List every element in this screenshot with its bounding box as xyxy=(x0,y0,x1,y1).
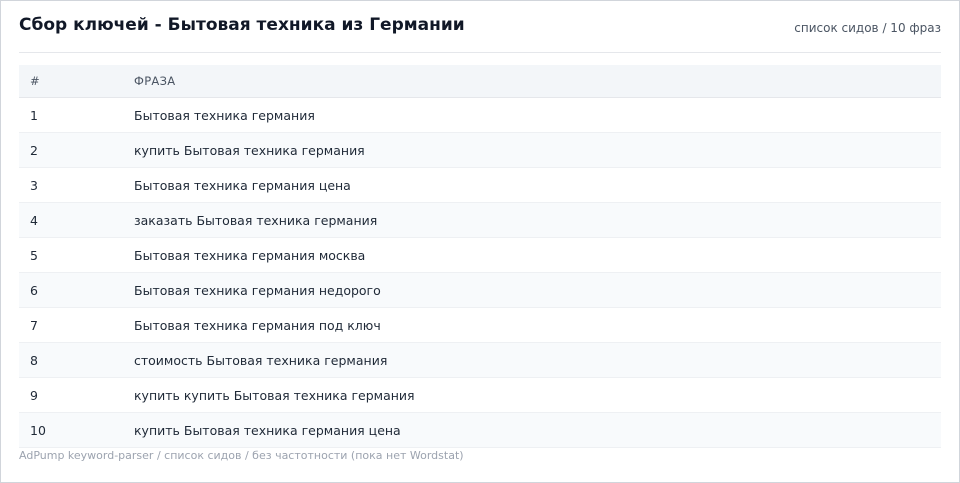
row-number: 2 xyxy=(30,142,38,158)
row-number: 3 xyxy=(30,177,38,193)
row-phrase: Бытовая техника германия под ключ xyxy=(134,317,381,333)
column-header-number: # xyxy=(30,74,40,88)
row-number: 6 xyxy=(30,282,38,298)
row-phrase: Бытовая техника германия xyxy=(134,107,315,123)
panel-header: Сбор ключей - Бытовая техника из Германи… xyxy=(19,1,941,53)
list-meta: список сидов / 10 фраз xyxy=(794,21,941,35)
row-number: 5 xyxy=(30,247,38,263)
row-phrase: купить купить Бытовая техника германия xyxy=(134,387,415,403)
report-panel: Сбор ключей - Бытовая техника из Германи… xyxy=(0,0,960,483)
row-phrase: купить Бытовая техника германия xyxy=(134,142,365,158)
table-row: 6 Бытовая техника германия недорого xyxy=(19,273,941,308)
table-row: 8 стоимость Бытовая техника германия xyxy=(19,343,941,378)
table-row: 7 Бытовая техника германия под ключ xyxy=(19,308,941,343)
row-number: 4 xyxy=(30,212,38,228)
footer-note: AdPump keyword-parser / список сидов / б… xyxy=(19,449,464,462)
table-row: 5 Бытовая техника германия москва xyxy=(19,238,941,273)
row-number: 7 xyxy=(30,317,38,333)
row-phrase: Бытовая техника германия москва xyxy=(134,247,366,263)
table-row: 2 купить Бытовая техника германия xyxy=(19,133,941,168)
table-row: 4 заказать Бытовая техника германия xyxy=(19,203,941,238)
row-phrase: стоимость Бытовая техника германия xyxy=(134,352,388,368)
row-number: 9 xyxy=(30,387,38,403)
table-row: 1 Бытовая техника германия xyxy=(19,98,941,133)
row-phrase: Бытовая техника германия недорого xyxy=(134,282,381,298)
table-row: 3 Бытовая техника германия цена xyxy=(19,168,941,203)
row-phrase: купить Бытовая техника германия цена xyxy=(134,422,401,438)
page-title: Сбор ключей - Бытовая техника из Германи… xyxy=(19,14,465,35)
table-header-row: # ФРАЗА xyxy=(19,65,941,98)
table-row: 10 купить Бытовая техника германия цена xyxy=(19,413,941,448)
column-header-phrase: ФРАЗА xyxy=(134,74,176,88)
keywords-table: # ФРАЗА 1 Бытовая техника германия 2 куп… xyxy=(19,65,941,448)
row-phrase: заказать Бытовая техника германия xyxy=(134,212,378,228)
row-number: 10 xyxy=(30,422,46,438)
row-number: 1 xyxy=(30,107,38,123)
row-phrase: Бытовая техника германия цена xyxy=(134,177,351,193)
table-row: 9 купить купить Бытовая техника германия xyxy=(19,378,941,413)
row-number: 8 xyxy=(30,352,38,368)
